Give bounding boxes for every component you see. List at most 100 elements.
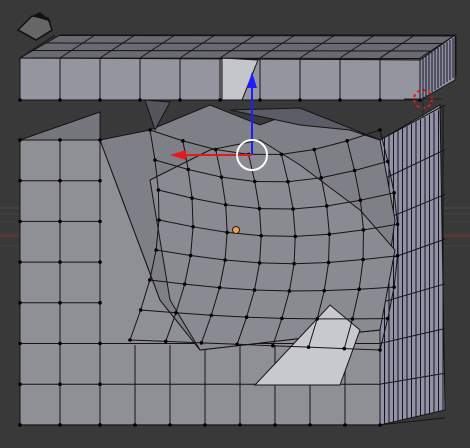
mesh-vertex (238, 423, 242, 427)
mesh-vertex (181, 139, 185, 143)
mesh-vertex (218, 98, 222, 102)
mesh-vertex (98, 219, 102, 224)
mesh-vertex (58, 382, 62, 387)
mesh-vertex (378, 423, 382, 427)
mesh-vertex (58, 301, 62, 305)
mesh-vertex (98, 98, 102, 102)
mesh-vertex (235, 342, 239, 347)
mesh-vertex (322, 288, 327, 293)
mesh-vertex (386, 316, 390, 321)
mesh-vertex (352, 168, 357, 173)
mesh-vertex (324, 204, 329, 208)
mesh-vertex (18, 423, 22, 427)
mesh-vertex (58, 219, 62, 224)
mesh-vertex (163, 339, 168, 344)
mesh-vertex (350, 317, 355, 321)
mesh-vertex (58, 138, 62, 142)
mesh-vertex (148, 128, 152, 132)
mesh-vertex (271, 343, 275, 348)
3d-viewport[interactable] (0, 0, 470, 448)
mesh-edge (261, 235, 296, 237)
mesh-vertex (98, 341, 102, 346)
mesh-vertex (386, 159, 390, 164)
mesh-vertex (342, 346, 347, 351)
mesh-vertex (395, 222, 400, 227)
mesh-vertex (157, 218, 161, 222)
mesh-vertex (257, 261, 262, 265)
mesh-vertex (217, 285, 222, 290)
mesh-vertex (153, 158, 157, 162)
mesh-vertex (98, 382, 102, 387)
mesh-vertex (345, 139, 349, 143)
mesh-vertex (58, 98, 62, 102)
mesh-vertex (138, 98, 142, 102)
mesh-vertex (378, 128, 382, 132)
mesh-vertex (287, 289, 292, 293)
mesh-vertex (361, 228, 366, 232)
mesh-edge (281, 317, 318, 320)
mesh-vertex (343, 423, 347, 427)
mesh-vertex (18, 138, 22, 142)
mesh-vertex (306, 345, 311, 349)
mesh-vertex (273, 423, 277, 427)
mesh-vertex (279, 152, 284, 157)
mesh-vertex (18, 98, 22, 102)
mesh-edge (19, 57, 421, 59)
mesh-vertex (58, 341, 62, 346)
mesh-edge (58, 35, 454, 37)
mesh-vertex (258, 98, 262, 102)
mesh-vertex (338, 98, 342, 102)
mesh-vertex (378, 98, 382, 102)
mesh-vertex (223, 202, 228, 207)
mesh-vertex (156, 188, 161, 192)
mesh-vertex (191, 225, 195, 229)
mesh-vertex (178, 98, 182, 102)
mesh-vertex (18, 219, 22, 224)
mesh-vertex (168, 423, 172, 427)
mesh-vertex (18, 301, 22, 305)
mesh-vertex (357, 287, 361, 292)
mesh-vertex (98, 423, 102, 427)
mesh-vertex (199, 341, 204, 345)
viewport-scene[interactable] (0, 0, 470, 448)
mesh-vertex (18, 341, 22, 346)
mesh-vertex (174, 310, 178, 315)
mesh-vertex (252, 288, 257, 292)
mesh-vertex (18, 260, 22, 264)
mesh-vertex (188, 253, 193, 258)
mesh-edge (32, 50, 432, 52)
mesh-vertex (286, 179, 290, 184)
mesh-vertex (203, 423, 207, 427)
mesh-vertex (395, 253, 400, 258)
mesh-vertex (280, 316, 284, 321)
mesh-vertex (213, 147, 218, 152)
mesh-vertex (128, 338, 132, 342)
top-slab[interactable] (18, 34, 457, 101)
mesh-vertex (219, 175, 224, 179)
mesh-vertex (358, 198, 363, 202)
mesh-vertex (291, 207, 295, 211)
mesh-vertex (252, 179, 257, 184)
mesh-vertex (298, 98, 302, 102)
mesh-vertex (58, 260, 62, 264)
mesh-edge (45, 42, 443, 44)
mesh-vertex (98, 178, 102, 183)
mesh-vertex (315, 317, 319, 321)
mesh-vertex (154, 248, 158, 252)
mesh-vertex (98, 260, 102, 264)
mesh-vertex (257, 206, 262, 211)
mesh-vertex (327, 232, 332, 237)
mesh-vertex (186, 167, 191, 172)
mesh-edge (157, 189, 160, 221)
mesh-vertex (392, 191, 396, 195)
mesh-vertex (133, 423, 137, 427)
mesh-vertex (58, 178, 62, 183)
mesh-vertex (361, 257, 365, 262)
top-slab-top-face[interactable] (18, 34, 457, 61)
mesh-vertex (392, 285, 396, 289)
mesh-vertex (326, 260, 331, 265)
mesh-vertex (292, 261, 296, 266)
mesh-vertex (18, 382, 22, 387)
mesh-vertex (138, 308, 143, 312)
mesh-vertex (259, 233, 264, 238)
